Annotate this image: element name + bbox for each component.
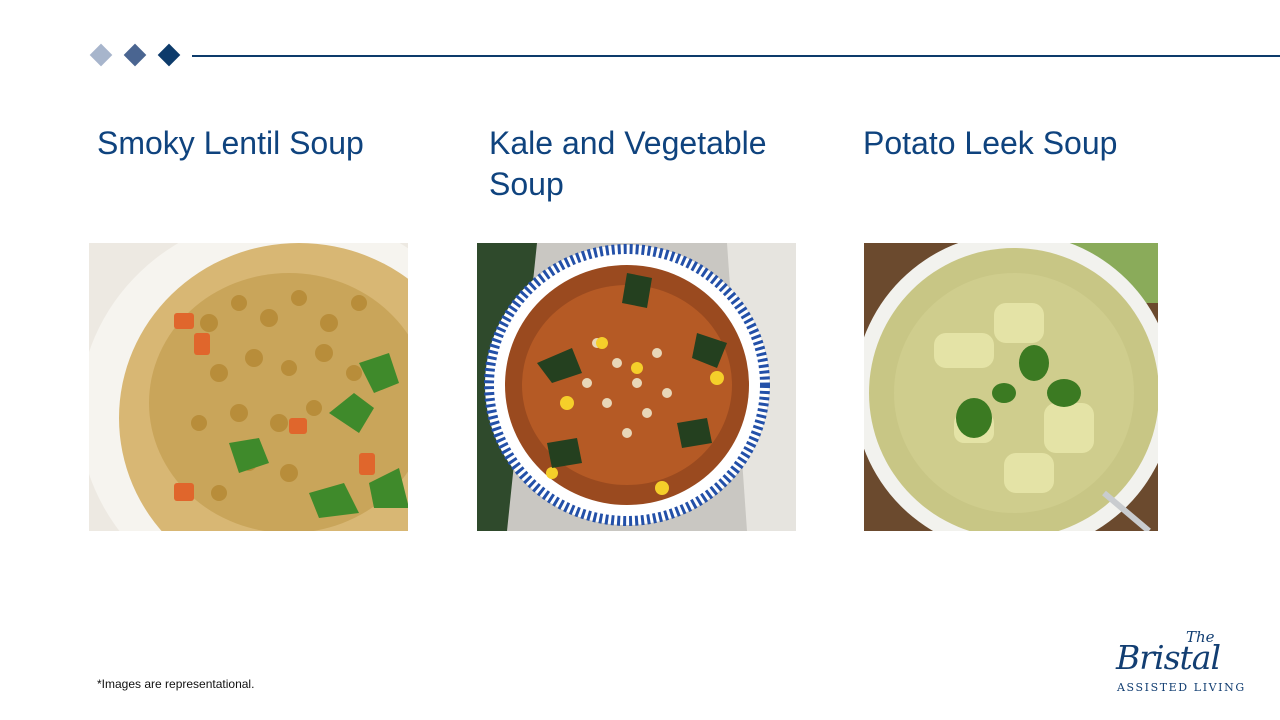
logo-subtitle: ASSISTED LIVING [1117,681,1246,694]
diamond-dark-icon [157,43,181,67]
bristal-logo: The Bristal ASSISTED LIVING [1108,628,1258,698]
recipe-title-lentil: Smoky Lentil Soup [97,125,364,161]
recipe-title-kale: Kale and Vegetable Soup [489,125,767,202]
header-divider [192,55,1280,57]
diamond-light-icon [89,43,113,67]
decorative-diamonds [89,43,185,68]
smoky-lentil-soup-photo [89,243,408,531]
logo-name: Bristal [1116,638,1221,677]
recipe-title-potato-leek: Potato Leek Soup [863,125,1118,161]
footnote: *Images are representational. [97,677,255,691]
kale-vegetable-soup-photo [477,243,796,531]
potato-leek-soup-photo [864,243,1158,531]
diamond-medium-icon [123,43,147,67]
